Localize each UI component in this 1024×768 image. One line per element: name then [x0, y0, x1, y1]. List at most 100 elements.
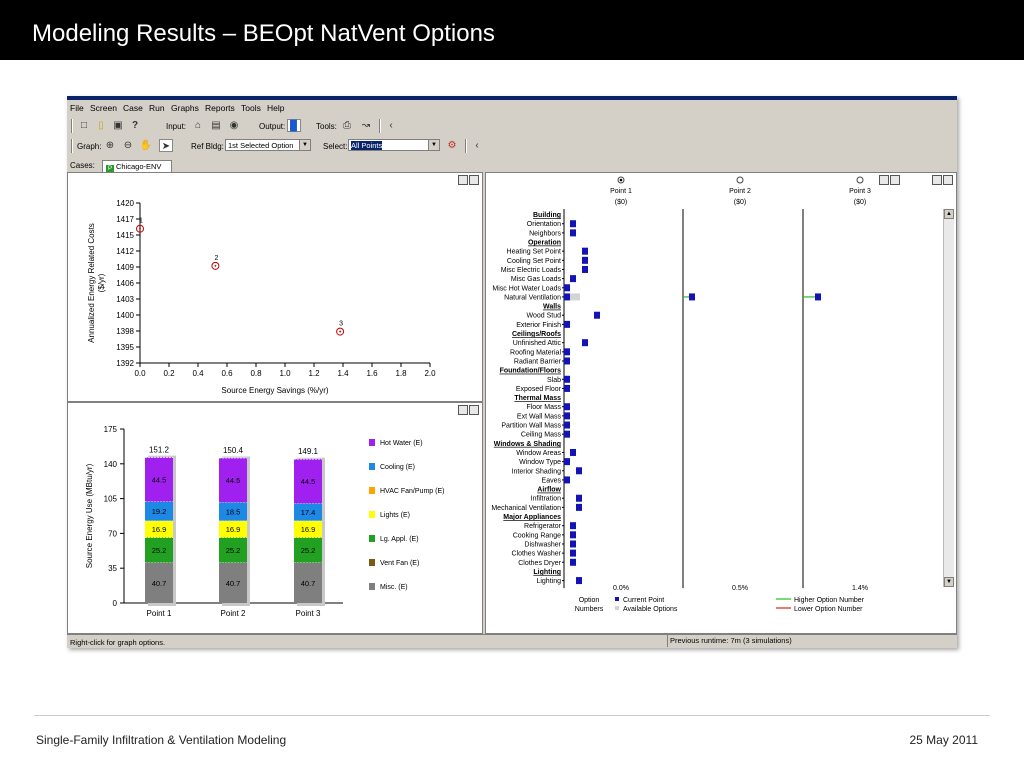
globe-icon[interactable]: ◉ [227, 119, 241, 132]
legend-option-numbers: Option [579, 597, 600, 604]
x-tick-label: 2.0 [424, 369, 436, 378]
menu-file[interactable]: File [70, 103, 84, 113]
print-icon[interactable]: ⎙ [340, 119, 354, 132]
window-icon[interactable]: ▤ [209, 119, 223, 132]
footer-divider [34, 715, 990, 716]
menu-case[interactable]: Case [123, 103, 143, 113]
option-row-label: Natural Ventilation [504, 294, 561, 301]
option-row-label: Floor Mass [526, 404, 561, 411]
scatter-point-center [139, 227, 141, 230]
status-hint: Right-click for graph options. [70, 638, 166, 647]
ref-bldg-select[interactable]: 1st Selected Option ▼ [225, 139, 311, 151]
option-row-label: Roofing Material [510, 349, 561, 356]
status-bar: Right-click for graph options. Previous … [67, 634, 957, 649]
legend-swatch [369, 535, 375, 542]
y-tick-label: 1406 [116, 279, 134, 288]
scroll-up-icon[interactable]: ▲ [944, 209, 954, 219]
status-runtime: Previous runtime: 7m (3 simulations) [667, 635, 792, 647]
option-row-label: Exterior Finish [516, 322, 561, 329]
pane-maximize-icon[interactable] [943, 175, 953, 185]
menu-graphs[interactable]: Graphs [171, 103, 199, 113]
bar-segment-label: 40.7 [152, 579, 167, 588]
collapse-chevron-icon[interactable]: ‹ [384, 119, 398, 132]
option-row-label: Cooking Range [513, 532, 561, 539]
point-savings-label: 1.4% [852, 585, 868, 592]
current-option-marker [564, 458, 570, 466]
option-row-label: Window Areas [516, 450, 561, 457]
scroll-down-icon[interactable]: ▼ [944, 577, 954, 587]
bar-total-label: 150.4 [223, 446, 244, 455]
point-radio [856, 176, 864, 184]
bar-total-label: 151.2 [149, 445, 170, 454]
case-tab-label: Chicago-ENV [116, 162, 162, 171]
option-row-label: Ext Wall Mass [517, 413, 562, 420]
bar-segment-label: 44.5 [152, 475, 167, 484]
energy-bar-chart: 0 35 70 105 140 175 Source Energy Use (MBtu/yr… [85, 425, 444, 618]
select-points-dropdown[interactable]: All Points ▼ [348, 139, 440, 151]
menu-run[interactable]: Run [149, 103, 165, 113]
option-row-label: Window Type [519, 459, 561, 466]
menu-tools[interactable]: Tools [241, 103, 261, 113]
bar-chart-icon[interactable]: ▉ [287, 119, 301, 132]
current-option-marker [582, 256, 588, 264]
collapse-chevron-icon[interactable]: ‹ [470, 139, 484, 152]
bar-segment-label: 44.5 [226, 476, 241, 485]
zoom-out-icon[interactable]: ⊖ [121, 139, 135, 152]
option-row-label: Clothes Washer [511, 551, 561, 558]
house-icon[interactable]: ⌂ [191, 119, 205, 132]
y-tick-label: 175 [104, 425, 118, 434]
x-tick-label: 0.2 [163, 369, 175, 378]
current-option-marker [564, 476, 570, 484]
point-column-header: Point 1 [610, 188, 632, 195]
bar-segment-label: 40.7 [301, 579, 316, 588]
chart-tool-icon[interactable]: ↝ [359, 119, 373, 132]
x-tick-label: 0.6 [221, 369, 233, 378]
point-column-cost: ($0) [734, 199, 746, 206]
help-pointer-icon[interactable]: ? [128, 119, 142, 132]
x-category-label: Point 3 [296, 609, 321, 618]
bar-pane[interactable]: 0 35 70 105 140 175 Source Energy Use (MBtu/yr… [67, 402, 483, 634]
sensitivity-icon[interactable]: ⚙ [445, 139, 459, 152]
toolbar-separator [379, 119, 381, 133]
x-axis-label: Source Energy Savings (%/yr) [221, 386, 328, 395]
options-pane[interactable]: Point 1 ($0) 0.0% Point 2 ($0) 0.5% Point 3 ($0… [485, 172, 957, 634]
current-option-marker [564, 412, 570, 420]
x-tick-label: 0.4 [192, 369, 204, 378]
menu-help[interactable]: Help [267, 103, 284, 113]
current-option-marker [576, 494, 582, 502]
chevron-down-icon[interactable]: ▼ [299, 140, 310, 150]
output-label: Output: [259, 122, 286, 131]
menu-screen[interactable]: Screen [90, 103, 117, 113]
pointer-arrow-icon[interactable]: ➤ [159, 139, 173, 152]
vertical-scrollbar[interactable]: ▲ ▼ [943, 209, 954, 587]
chevron-down-icon[interactable]: ▼ [428, 140, 439, 150]
menu-reports[interactable]: Reports [205, 103, 235, 113]
current-option-marker [582, 339, 588, 347]
point-column-header: Point 3 [849, 188, 871, 195]
scatter-point-center [214, 264, 217, 267]
scatter-pane[interactable]: 1392 1395 1398 1400 1403 1406 1409 1412 1415 1417… [67, 172, 483, 402]
option-row-label: Exposed Floor [516, 386, 562, 393]
current-option-marker [570, 229, 576, 237]
zoom-in-icon[interactable]: ⊕ [103, 139, 117, 152]
save-icon[interactable]: ▣ [111, 119, 125, 132]
y-axis-label-line2: ($/yr) [97, 273, 106, 292]
y-axis-label: Source Energy Use (MBtu/yr) [85, 463, 94, 568]
y-tick-label: 1420 [116, 199, 134, 208]
open-folder-icon[interactable]: ▯ [94, 119, 108, 132]
option-row-label: Infiltration [531, 496, 561, 503]
new-file-icon[interactable]: □ [77, 119, 91, 132]
option-row-label: Refrigerator [524, 523, 562, 530]
option-row-label: Clothes Dryer [518, 560, 561, 567]
legend-label: Cooling (E) [380, 464, 415, 471]
legend-swatch [369, 583, 375, 590]
legend-higher-label: Higher Option Number [794, 597, 865, 604]
pan-hand-icon[interactable]: ✋ [139, 139, 153, 152]
footer-right: 25 May 2011 [909, 733, 979, 747]
option-row-label: Radiant Barrier [514, 358, 562, 365]
current-option-marker [564, 375, 570, 383]
current-option-marker [582, 265, 588, 273]
option-category-header: Walls [543, 304, 561, 311]
footer-left: Single-Family Infiltration & Ventilation… [36, 733, 287, 747]
slide-header: Modeling Results – BEOpt NatVent Options [0, 0, 1024, 60]
